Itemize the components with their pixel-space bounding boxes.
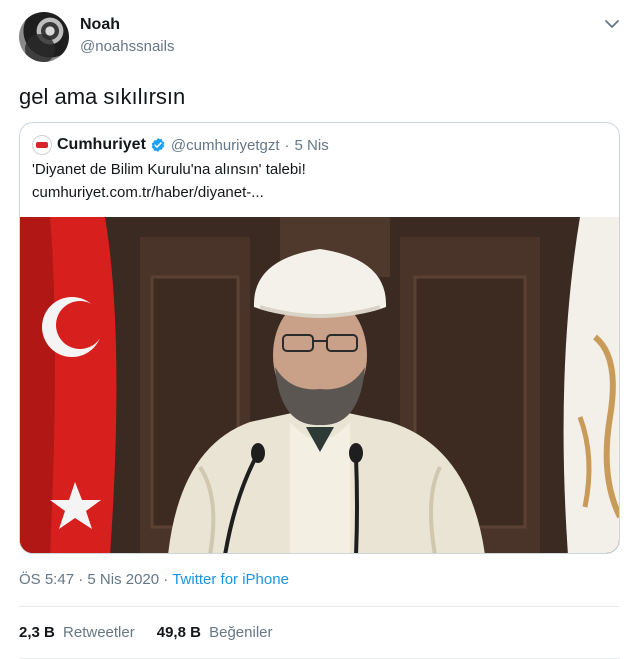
quoted-separator: · <box>284 136 290 154</box>
quoted-photo <box>20 217 619 553</box>
tweet-meta: ÖS 5:47 · 5 Nis 2020 · Twitter for iPhon… <box>19 571 289 588</box>
tweet-source[interactable]: Twitter for iPhone <box>172 571 289 588</box>
quoted-avatar <box>32 135 52 155</box>
quoted-tweet-card[interactable]: Cumhuriyet @cumhuriyetgzt · 5 Nis 'Diyan… <box>19 122 620 554</box>
chevron-down-icon[interactable] <box>602 14 622 34</box>
like-stat[interactable]: 49,8 B Beğeniler <box>157 624 273 641</box>
tweet-date[interactable]: 5 Nis 2020 <box>87 571 159 588</box>
author-avatar[interactable] <box>19 12 69 62</box>
quoted-name: Cumhuriyet <box>57 136 146 153</box>
quoted-image[interactable] <box>20 217 619 553</box>
tweet-text: gel ama sıkılırsın <box>19 84 186 109</box>
quoted-text: 'Diyanet de Bilim Kurulu'na alınsın' tal… <box>32 161 306 178</box>
like-label: Beğeniler <box>209 624 273 641</box>
meta-separator: · <box>78 571 84 588</box>
quoted-date: 5 Nis <box>294 136 329 154</box>
divider-top <box>19 606 620 607</box>
quoted-link[interactable]: cumhuriyet.com.tr/haber/diyanet-... <box>32 184 264 201</box>
tweet-stats: 2,3 B Retweetler 49,8 B Beğeniler <box>19 624 295 641</box>
author-name[interactable]: Noah <box>80 16 120 34</box>
quoted-header: Cumhuriyet @cumhuriyetgzt · 5 Nis <box>32 135 329 155</box>
author-handle[interactable]: @noahssnails <box>80 38 174 55</box>
retweet-label: Retweetler <box>63 624 135 641</box>
verified-badge-icon <box>151 138 165 152</box>
like-count: 49,8 B <box>156 624 201 641</box>
meta-separator-2: · <box>163 571 169 588</box>
quoted-handle: @cumhuriyetgzt <box>170 136 280 154</box>
retweet-stat[interactable]: 2,3 B Retweetler <box>19 624 135 641</box>
tweet-time[interactable]: ÖS 5:47 <box>19 571 74 588</box>
retweet-count: 2,3 B <box>19 624 55 641</box>
